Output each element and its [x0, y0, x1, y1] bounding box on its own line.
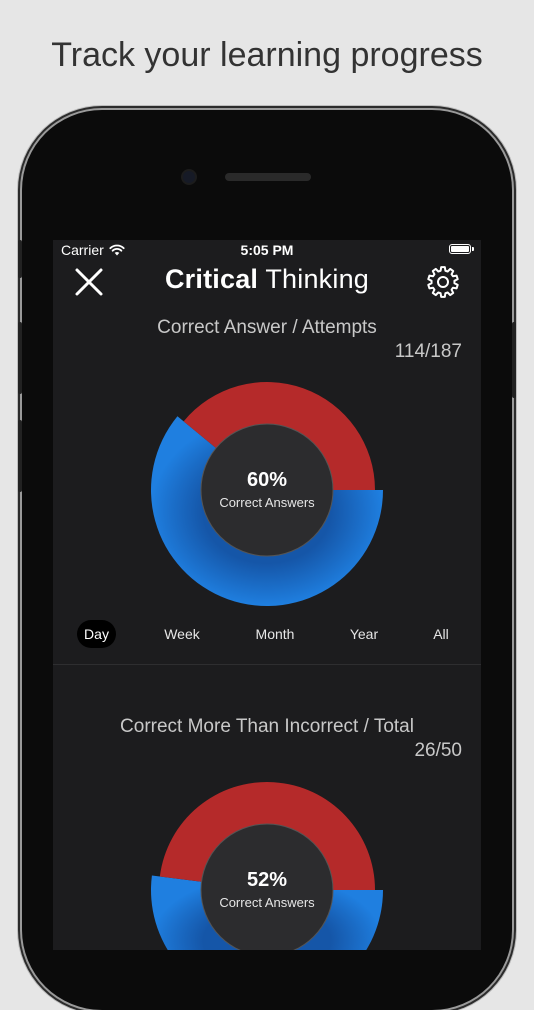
- chart1-center-value: 60%: [247, 469, 287, 491]
- period-selector: Day Week Month Year All: [53, 620, 481, 650]
- power-button: [512, 322, 516, 398]
- period-month[interactable]: Month: [245, 620, 305, 648]
- period-all[interactable]: All: [420, 620, 462, 648]
- gear-hub: [437, 276, 449, 288]
- app-title-light: Thinking: [265, 264, 369, 294]
- gear-icon[interactable]: [425, 264, 461, 300]
- chart1-center-label: Correct Answers: [219, 495, 315, 510]
- battery-icon: [449, 244, 474, 254]
- nav-bar: Critical Thinking: [53, 260, 481, 304]
- mute-switch: [18, 240, 22, 278]
- volume-up-button: [18, 322, 22, 394]
- app-screen: Carrier 5:05 PM Critical Thinking Correc…: [53, 240, 481, 950]
- gear-teeth: [427, 266, 459, 298]
- period-year[interactable]: Year: [339, 620, 389, 648]
- chart1-title: Correct Answer / Attempts: [157, 317, 377, 338]
- chart2-donut: 52% Correct Answers: [151, 781, 383, 950]
- headline: Track your learning progress: [51, 36, 483, 74]
- period-day[interactable]: Day: [77, 620, 116, 648]
- volume-down-button: [18, 420, 22, 492]
- status-bar: Carrier 5:05 PM: [53, 240, 481, 260]
- clock: 5:05 PM: [240, 242, 294, 258]
- section-divider: [53, 664, 481, 665]
- chart2-ratio: 26/50: [414, 740, 462, 761]
- chart1-donut: 60% Correct Answers: [151, 382, 383, 606]
- app-title: Critical Thinking: [53, 264, 481, 295]
- chart2-center-value: 52%: [247, 869, 287, 891]
- chart1-ratio: 114/187: [394, 341, 462, 362]
- front-camera: [183, 171, 195, 183]
- chart2-title: Correct More Than Incorrect / Total: [120, 716, 414, 737]
- period-week[interactable]: Week: [154, 620, 210, 648]
- earpiece-speaker: [225, 173, 311, 181]
- chart2-center-label: Correct Answers: [219, 895, 315, 910]
- app-title-bold: Critical: [164, 264, 259, 294]
